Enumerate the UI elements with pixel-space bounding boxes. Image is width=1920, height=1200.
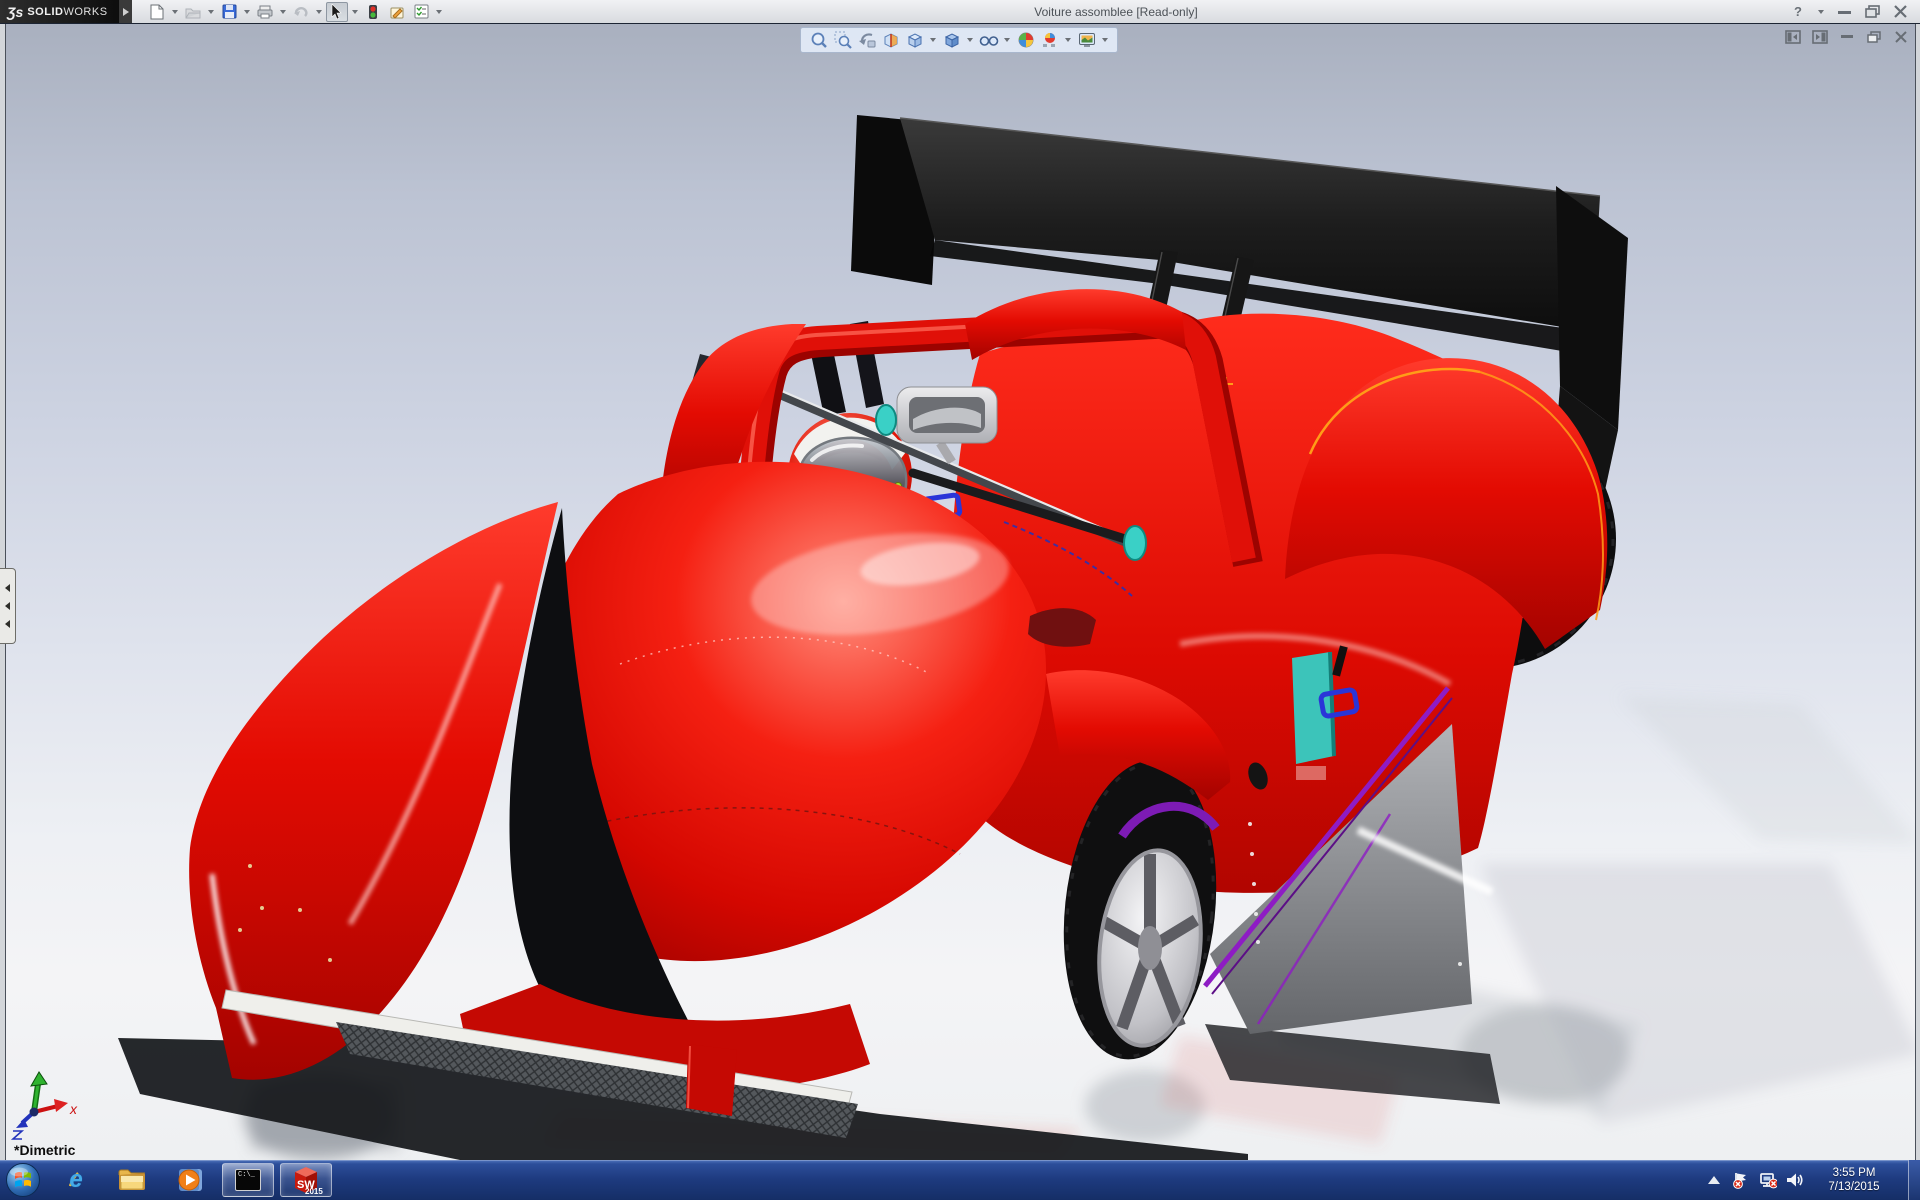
view-settings-icon[interactable] xyxy=(1076,30,1097,51)
doc-close-button[interactable] xyxy=(1892,29,1910,45)
windows-taskbar: e C:\_ SW 2015 xyxy=(0,1160,1920,1200)
folder-icon xyxy=(117,1167,147,1193)
save-dropdown[interactable] xyxy=(244,10,250,14)
wing-plane[interactable] xyxy=(900,118,1600,332)
taskbar-windows-explorer[interactable] xyxy=(106,1163,158,1197)
minimize-button[interactable] xyxy=(1834,3,1854,21)
solidworks-logo-mark: Ʒs xyxy=(7,4,23,20)
print-dropdown[interactable] xyxy=(280,10,286,14)
viewport-right-frame xyxy=(1915,24,1920,1160)
new-dropdown[interactable] xyxy=(172,10,178,14)
cyan-detail-a xyxy=(876,405,896,435)
command-prompt-icon: C:\_ xyxy=(235,1169,261,1191)
doc-minimize-button[interactable] xyxy=(1838,29,1856,45)
feature-tree-collapse-tab[interactable] xyxy=(0,568,16,644)
system-tray: 3:55 PM 7/13/2015 xyxy=(1705,1160,1920,1200)
show-desktop-button[interactable] xyxy=(1908,1160,1920,1200)
previous-view-icon[interactable] xyxy=(856,30,877,51)
display-style-dropdown[interactable] xyxy=(967,38,973,42)
title-bar: Ʒs SOLIDWORKS Voiture xyxy=(0,0,1920,24)
edit-color-button[interactable] xyxy=(386,2,408,22)
undo-button[interactable] xyxy=(290,2,312,22)
document-window-controls xyxy=(1784,29,1910,45)
solidworks-logo: Ʒs SOLIDWORKS xyxy=(0,0,119,23)
pane-right-icon[interactable] xyxy=(1811,29,1829,45)
model-scene[interactable]: x xyxy=(0,24,1920,1160)
volume-icon[interactable] xyxy=(1786,1171,1804,1189)
help-dropdown[interactable] xyxy=(1818,10,1824,14)
media-player-icon xyxy=(176,1167,204,1193)
zoom-to-area-icon[interactable] xyxy=(832,30,853,51)
menu-expand-arrow[interactable] xyxy=(119,0,132,23)
pane-left-icon[interactable] xyxy=(1784,29,1802,45)
solidworks-icon: SW 2015 xyxy=(289,1165,323,1195)
main-toolbar xyxy=(132,0,444,23)
taskbar-internet-explorer[interactable]: e xyxy=(48,1163,100,1197)
side-mirror[interactable] xyxy=(1028,608,1096,647)
restore-button[interactable] xyxy=(1862,3,1882,21)
taskbar-clock[interactable]: 3:55 PM 7/13/2015 xyxy=(1817,1166,1891,1194)
apply-scene-icon[interactable] xyxy=(1039,30,1060,51)
print-button[interactable] xyxy=(254,2,276,22)
undo-dropdown[interactable] xyxy=(316,10,322,14)
tow-pillar xyxy=(686,1044,737,1116)
edit-appearance-icon[interactable] xyxy=(1015,30,1036,51)
internet-explorer-icon: e xyxy=(69,1166,82,1194)
cyan-detail-b xyxy=(1124,526,1146,560)
view-settings-dropdown[interactable] xyxy=(1102,38,1108,42)
window-title: Voiture assomblee [Read-only] xyxy=(444,0,1788,23)
clock-date: 7/13/2015 xyxy=(1817,1180,1891,1194)
options-dropdown[interactable] xyxy=(436,10,442,14)
view-orientation-dropdown[interactable] xyxy=(930,38,936,42)
save-button[interactable] xyxy=(218,2,240,22)
display-style-icon[interactable] xyxy=(941,30,962,51)
view-orientation-label: *Dimetric xyxy=(14,1142,75,1158)
svg-text:2015: 2015 xyxy=(305,1187,323,1195)
open-dropdown[interactable] xyxy=(208,10,214,14)
solidworks-logo-text: SOLIDWORKS xyxy=(27,6,107,18)
action-center-icon[interactable] xyxy=(1732,1171,1750,1189)
taskbar-command-prompt[interactable]: C:\_ xyxy=(222,1163,274,1197)
taskbar-media-player[interactable] xyxy=(164,1163,216,1197)
help-button[interactable]: ? xyxy=(1788,3,1808,21)
apply-scene-dropdown[interactable] xyxy=(1065,38,1071,42)
triad-x-label: x xyxy=(69,1101,78,1117)
close-icon[interactable] xyxy=(1890,3,1910,21)
hide-show-items-dropdown[interactable] xyxy=(1004,38,1010,42)
rebuild-button[interactable] xyxy=(362,2,384,22)
select-dropdown[interactable] xyxy=(352,10,358,14)
select-button[interactable] xyxy=(326,2,348,22)
section-view-icon[interactable] xyxy=(880,30,901,51)
headsup-view-toolbar xyxy=(800,27,1118,53)
start-button[interactable] xyxy=(4,1161,42,1199)
doc-restore-button[interactable] xyxy=(1865,29,1883,45)
taskbar-solidworks[interactable]: SW 2015 xyxy=(280,1163,332,1197)
window-controls: ? xyxy=(1788,0,1920,23)
hidden-icons-button[interactable] xyxy=(1705,1171,1723,1189)
hide-show-items-icon[interactable] xyxy=(978,30,999,51)
teal-side-panel[interactable] xyxy=(1292,652,1334,764)
open-document-button[interactable] xyxy=(182,2,204,22)
new-document-button[interactable] xyxy=(146,2,168,22)
options-button[interactable] xyxy=(410,2,432,22)
clock-time: 3:55 PM xyxy=(1817,1166,1891,1180)
view-orientation-icon[interactable] xyxy=(904,30,925,51)
zoom-to-fit-icon[interactable] xyxy=(808,30,829,51)
orientation-triad: x xyxy=(13,1072,78,1139)
network-status-icon[interactable] xyxy=(1759,1171,1777,1189)
graphics-area[interactable]: x xyxy=(0,24,1920,1160)
